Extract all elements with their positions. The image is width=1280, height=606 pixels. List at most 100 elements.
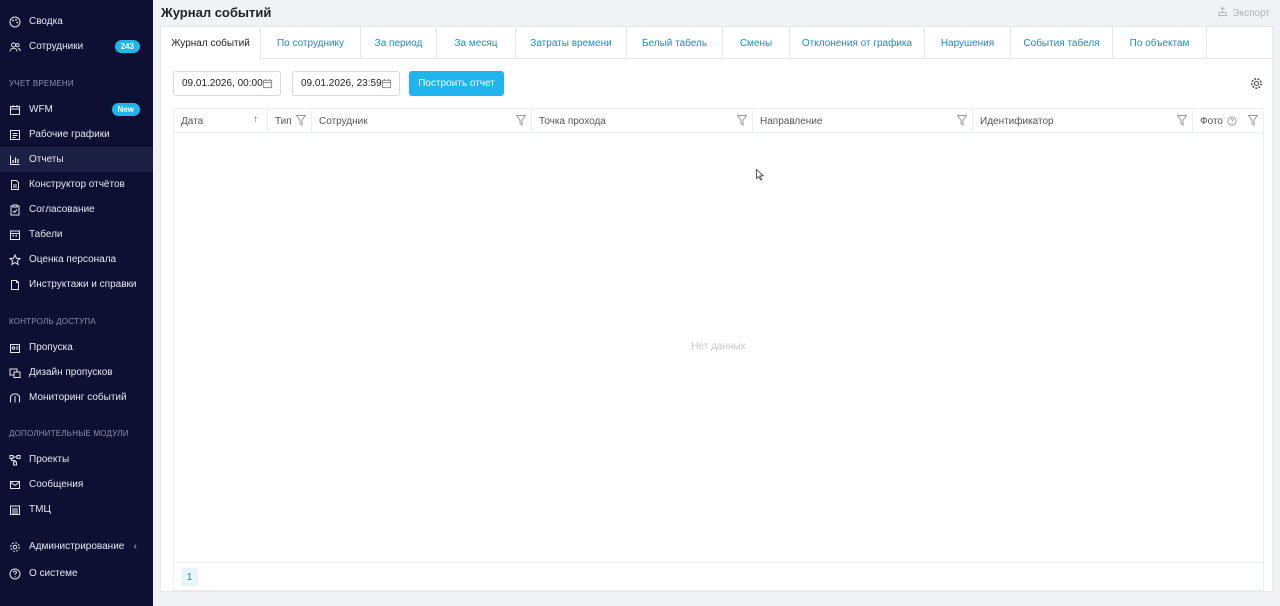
project-icon: [9, 454, 21, 466]
sidebar-item-label: Дизайн пропусков: [29, 367, 113, 378]
sidebar-item-about[interactable]: О системе: [0, 561, 153, 586]
tab-schedule-deviations[interactable]: Отклонения от графика: [790, 27, 925, 59]
column-identifier[interactable]: Идентификатор: [973, 109, 1193, 133]
page-title: Журнал событий: [161, 5, 272, 20]
column-direction[interactable]: Направление: [753, 109, 973, 133]
sidebar-item-report-builder[interactable]: Конструктор отчётов: [0, 172, 153, 197]
sidebar-item-label: Сводка: [29, 16, 63, 27]
sidebar-item-reports[interactable]: Отчеты: [0, 147, 153, 172]
schedule-icon: [9, 129, 21, 141]
page-number-button[interactable]: 1: [181, 568, 198, 586]
sidebar-item-label: Проекты: [29, 454, 70, 465]
sidebar-item-pass-design[interactable]: Дизайн пропусков: [0, 360, 153, 385]
sidebar-item-summary[interactable]: Сводка: [0, 9, 153, 34]
tab-by-month[interactable]: За месяц: [437, 27, 516, 59]
sidebar-item-label: Мониторинг событий: [29, 392, 127, 403]
sidebar: Сводка Сотрудники 243 Учет времени WFM N…: [0, 0, 153, 606]
chart-icon: [9, 154, 21, 166]
section-heading-access: Контроль доступа: [9, 317, 96, 326]
tab-by-employee[interactable]: По сотруднику: [261, 27, 361, 59]
monitor-icon: [9, 392, 21, 404]
date-from-value: 09.01.2026, 00:00: [182, 78, 263, 89]
sidebar-item-messages[interactable]: Сообщения: [0, 472, 153, 497]
filter-icon[interactable]: [1248, 115, 1258, 126]
filter-icon[interactable]: [957, 115, 967, 126]
export-label: Экспорт: [1232, 7, 1270, 19]
sidebar-item-projects[interactable]: Проекты: [0, 447, 153, 472]
build-report-button[interactable]: Построить отчет: [409, 71, 504, 96]
tab-violations[interactable]: Нарушения: [925, 27, 1011, 59]
help-icon[interactable]: [1227, 116, 1237, 126]
date-to-field[interactable]: 09.01.2026, 23:59: [292, 71, 400, 96]
sidebar-item-timesheets[interactable]: Табели: [0, 222, 153, 247]
column-label: Фото: [1200, 115, 1223, 127]
section-heading-extra: Дополнительные модули: [9, 429, 129, 438]
sidebar-item-inventory[interactable]: ТМЦ: [0, 497, 153, 522]
gear-icon[interactable]: [1250, 77, 1263, 90]
help-icon: [9, 568, 21, 580]
column-date[interactable]: Дата ↑: [174, 109, 268, 133]
file-icon: [9, 279, 21, 291]
filter-icon[interactable]: [1177, 115, 1187, 126]
filter-icon[interactable]: [296, 115, 306, 126]
date-to-value: 09.01.2026, 23:59: [301, 78, 382, 89]
filter-icon[interactable]: [516, 115, 526, 126]
column-photo[interactable]: Фото: [1193, 109, 1263, 133]
sidebar-item-employees[interactable]: Сотрудники 243: [0, 34, 153, 59]
sidebar-item-label: Рабочие графики: [29, 129, 110, 140]
events-table: Дата ↑ Тип Сотрудник Точка прохода Напра…: [173, 108, 1264, 591]
sidebar-item-briefings[interactable]: Инструктажи и справки: [0, 272, 153, 297]
users-icon: [9, 41, 21, 53]
sidebar-item-label: Оценка персонала: [29, 254, 117, 265]
sidebar-item-label: Инструктажи и справки: [29, 279, 137, 290]
sidebar-item-label: Отчеты: [29, 154, 64, 165]
inventory-icon: [9, 504, 21, 516]
filter-icon[interactable]: [737, 115, 747, 126]
chevron-left-icon[interactable]: ‹: [134, 541, 137, 552]
sort-asc-icon[interactable]: ↑: [253, 114, 258, 125]
tab-time-costs[interactable]: Затраты времени: [516, 27, 627, 59]
column-label: Сотрудник: [319, 115, 368, 127]
export-button[interactable]: Экспорт: [1217, 6, 1270, 20]
date-from-field[interactable]: 09.01.2026, 00:00: [173, 71, 281, 96]
sidebar-item-evaluation[interactable]: Оценка персонала: [0, 247, 153, 272]
sidebar-item-schedules[interactable]: Рабочие графики: [0, 122, 153, 147]
sidebar-item-label: WFM: [29, 104, 53, 115]
column-access-point[interactable]: Точка прохода: [532, 109, 753, 133]
sidebar-item-approval[interactable]: Согласование: [0, 197, 153, 222]
report-card: Журнал событий По сотруднику За период З…: [160, 26, 1273, 592]
tab-shifts[interactable]: Смены: [723, 27, 790, 59]
tab-by-period[interactable]: За период: [361, 27, 437, 59]
table-header: Дата ↑ Тип Сотрудник Точка прохода Напра…: [174, 109, 1263, 133]
tab-event-log[interactable]: Журнал событий: [161, 27, 261, 59]
column-label: Идентификатор: [980, 115, 1054, 127]
column-employee[interactable]: Сотрудник: [312, 109, 532, 133]
empty-state-text: Нет данных: [691, 341, 746, 352]
sidebar-item-label: Конструктор отчётов: [29, 179, 125, 190]
clipboard-check-icon: [9, 204, 21, 216]
mail-icon: [9, 479, 21, 491]
star-icon: [9, 253, 21, 266]
new-badge: New: [111, 103, 140, 116]
sidebar-item-event-monitoring[interactable]: Мониторинг событий: [0, 385, 153, 410]
report-tabs: Журнал событий По сотруднику За период З…: [161, 27, 1272, 59]
calendar-grid-icon: [9, 229, 21, 241]
document-icon: [9, 179, 21, 191]
design-icon: [9, 367, 21, 379]
export-icon: [1217, 6, 1228, 20]
sidebar-item-passes[interactable]: Пропуска: [0, 335, 153, 360]
sidebar-item-wfm[interactable]: WFM New: [0, 97, 153, 122]
column-label: Тип: [275, 115, 292, 127]
tab-timesheet-events[interactable]: События табеля: [1011, 27, 1113, 59]
tab-white-timesheet[interactable]: Белый табель: [627, 27, 723, 59]
tab-by-objects[interactable]: По объектам: [1113, 27, 1207, 59]
gear-icon: [9, 541, 21, 553]
sidebar-item-label: Администрирование: [29, 541, 125, 552]
column-type[interactable]: Тип: [268, 109, 312, 133]
column-label: Дата: [181, 115, 204, 127]
sidebar-item-administration[interactable]: Администрирование ‹: [0, 534, 153, 559]
mouse-cursor-icon: [756, 169, 764, 181]
calendar-icon: [381, 78, 392, 89]
calendar-icon: [9, 104, 21, 116]
sidebar-item-label: Сообщения: [29, 479, 84, 490]
